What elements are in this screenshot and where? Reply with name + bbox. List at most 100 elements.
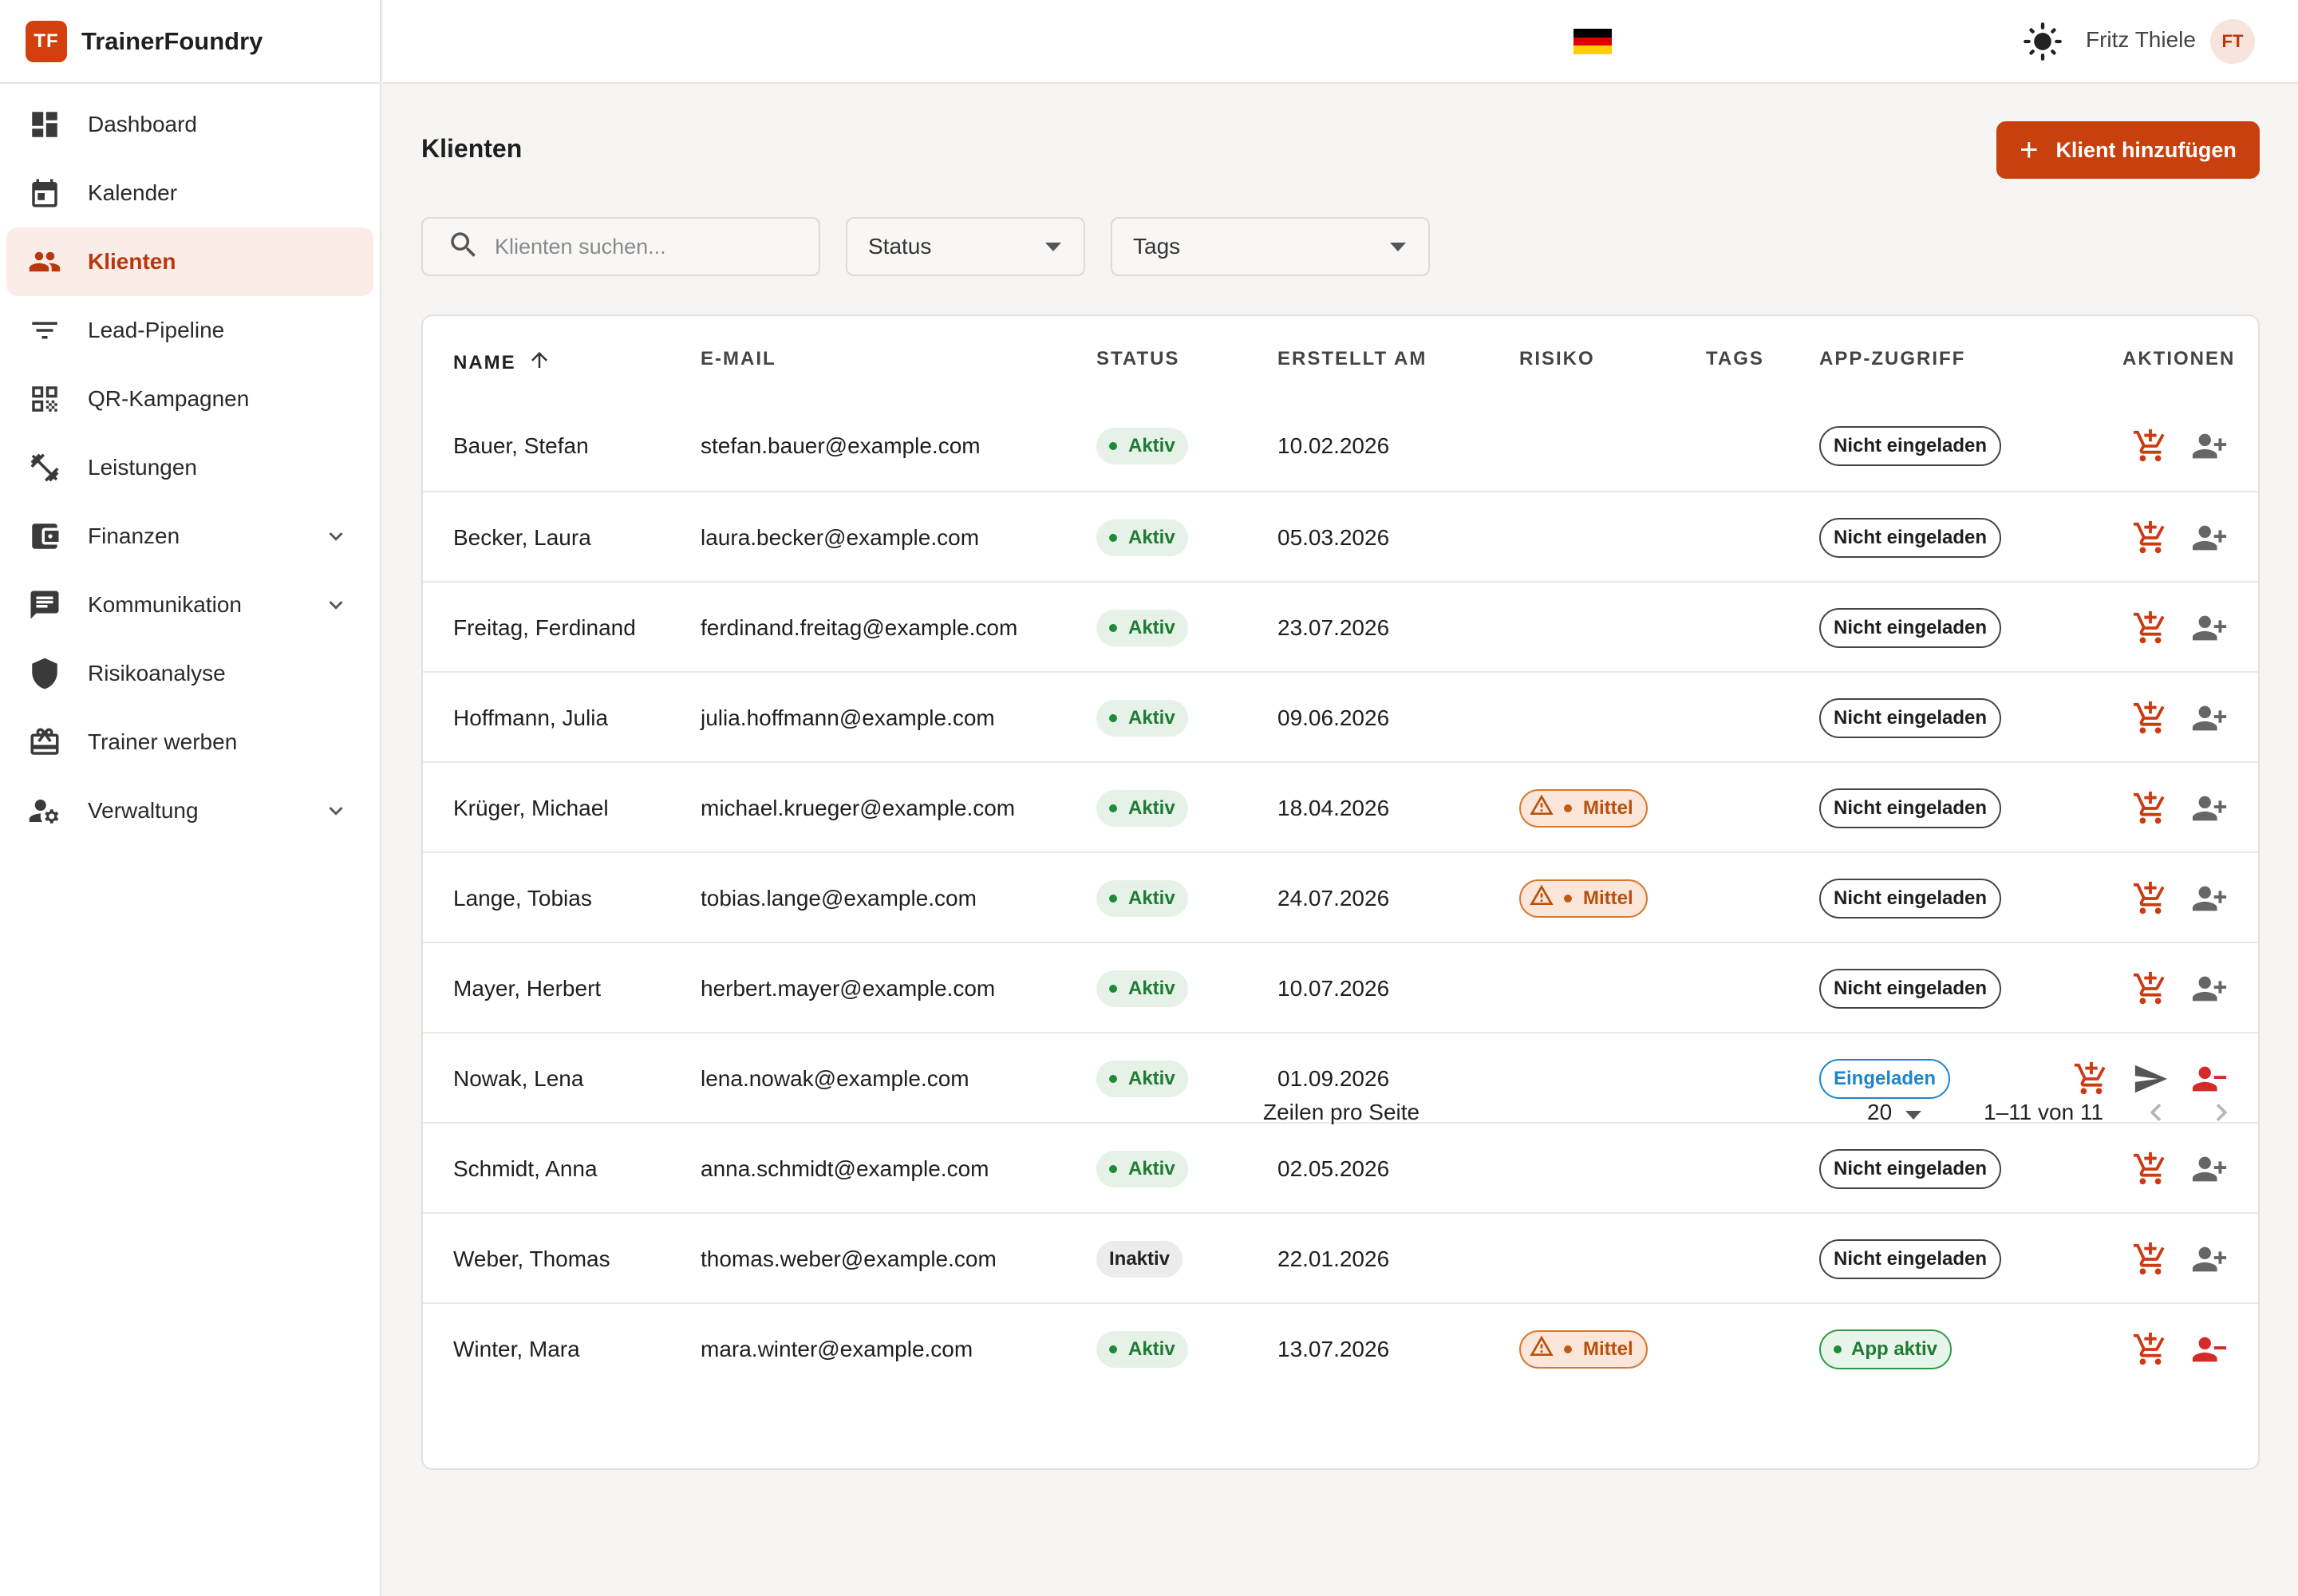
sidebar-item-label: Kommunikation	[88, 592, 242, 617]
sidebar-item-lead-pipeline[interactable]: Lead-Pipeline	[6, 296, 373, 365]
client-email: thomas.weber@example.com	[701, 1246, 997, 1271]
client-name[interactable]: Nowak, Lena	[453, 1033, 583, 1124]
invite-user-icon[interactable]	[2191, 880, 2228, 917]
sidebar-item-leistungen[interactable]: Leistungen	[6, 433, 373, 502]
invite-user-icon[interactable]	[2191, 428, 2228, 464]
sidebar-item-kommunikation[interactable]: Kommunikation	[6, 571, 373, 639]
invite-user-icon[interactable]	[2191, 519, 2228, 556]
chevron-down-icon[interactable]	[1905, 1111, 1921, 1120]
sun-icon[interactable]	[2022, 21, 2063, 62]
risk-badge[interactable]: Mittel	[1519, 879, 1648, 918]
revoke-access-icon[interactable]	[2191, 1331, 2228, 1368]
client-name[interactable]: Krüger, Michael	[453, 763, 609, 853]
add-to-cart-icon[interactable]	[2132, 790, 2169, 827]
sidebar-item-trainer-werben[interactable]: Trainer werben	[6, 708, 373, 776]
tags-filter-label: Tags	[1133, 234, 1181, 259]
invite-user-icon[interactable]	[2191, 790, 2228, 827]
search-input[interactable]	[495, 234, 798, 259]
column-header-risk[interactable]: RISIKO	[1519, 348, 1595, 370]
table-row[interactable]: Krüger, Michael michael.krueger@example.c…	[423, 761, 2258, 851]
table-row[interactable]: Mayer, Herbert herbert.mayer@example.com A…	[423, 942, 2258, 1032]
add-to-cart-icon[interactable]	[2132, 1331, 2169, 1368]
client-name[interactable]: Winter, Mara	[453, 1304, 580, 1394]
add-to-cart-icon[interactable]	[2132, 880, 2169, 917]
add-to-cart-icon[interactable]	[2132, 519, 2169, 556]
app-active-dot-icon	[1834, 1345, 1842, 1353]
client-name[interactable]: Becker, Laura	[453, 492, 591, 583]
search-field[interactable]	[421, 217, 820, 276]
app-access-label: Nicht eingeladen	[1834, 796, 1988, 819]
status-cell: Aktiv	[1096, 492, 1188, 583]
sidebar-item-qr-kampagnen[interactable]: QR-Kampagnen	[6, 365, 373, 433]
risk-badge-label: Mittel	[1583, 887, 1633, 909]
sidebar-item-klienten[interactable]: Klienten	[6, 227, 373, 296]
status-filter-select[interactable]: Status	[846, 217, 1085, 276]
add-to-cart-icon[interactable]	[2132, 610, 2169, 646]
add-to-cart-icon[interactable]	[2073, 1061, 2110, 1097]
app-access-badge: Nicht eingeladen	[1819, 788, 2002, 828]
app-access-badge: Nicht eingeladen	[1819, 697, 2002, 738]
client-name[interactable]: Schmidt, Anna	[453, 1124, 598, 1214]
column-header-email[interactable]: E-MAIL	[701, 348, 776, 370]
sidebar-item-kalender[interactable]: Kalender	[6, 159, 373, 227]
column-header-status[interactable]: STATUS	[1096, 348, 1179, 370]
client-name[interactable]: Weber, Thomas	[453, 1214, 610, 1304]
invite-user-icon[interactable]	[2191, 1241, 2228, 1278]
tags-filter-select[interactable]: Tags	[1111, 217, 1430, 276]
app-access-label: Nicht eingeladen	[1834, 977, 1988, 999]
revoke-access-icon[interactable]	[2191, 1061, 2228, 1097]
language-flag-de-icon[interactable]	[1573, 29, 1612, 55]
table-row[interactable]: Weber, Thomas thomas.weber@example.com Ina…	[423, 1212, 2258, 1302]
invite-user-icon[interactable]	[2191, 1151, 2228, 1187]
avatar[interactable]: FT	[2210, 19, 2255, 64]
chat-icon	[27, 587, 62, 622]
invite-user-icon[interactable]	[2191, 970, 2228, 1007]
status-badge: Aktiv	[1096, 427, 1188, 464]
client-name[interactable]: Bauer, Stefan	[453, 401, 589, 491]
table-row[interactable]: Bauer, Stefan stefan.bauer@example.com Akt…	[423, 401, 2258, 491]
add-client-label: Klient hinzufügen	[2055, 137, 2237, 162]
brand[interactable]: TF TrainerFoundry	[0, 0, 380, 84]
resend-invite-icon[interactable]	[2132, 1061, 2169, 1097]
rows-per-page-select[interactable]: 20	[1867, 1100, 1892, 1125]
risk-badge[interactable]: Mittel	[1519, 1329, 1648, 1369]
add-to-cart-icon[interactable]	[2132, 970, 2169, 1007]
table-row[interactable]: Lange, Tobias tobias.lange@example.com Akt…	[423, 851, 2258, 942]
table-row[interactable]: Becker, Laura laura.becker@example.com Akt…	[423, 491, 2258, 581]
add-client-button[interactable]: + Klient hinzufügen	[1996, 121, 2260, 179]
column-header-created[interactable]: ERSTELLT AM	[1277, 348, 1427, 370]
sidebar-item-verwaltung[interactable]: Verwaltung	[6, 776, 373, 845]
invite-user-icon[interactable]	[2191, 610, 2228, 646]
column-header-app-access[interactable]: APP-ZUGRIFF	[1819, 348, 1965, 370]
next-page-icon[interactable]	[2204, 1095, 2239, 1130]
table-row[interactable]: Schmidt, Anna anna.schmidt@example.com Akt…	[423, 1122, 2258, 1212]
client-name[interactable]: Hoffmann, Julia	[453, 673, 608, 763]
app-access-cell: Nicht eingeladen	[1819, 853, 2002, 943]
add-to-cart-icon[interactable]	[2132, 428, 2169, 464]
risk-badge[interactable]: Mittel	[1519, 788, 1648, 828]
client-name[interactable]: Mayer, Herbert	[453, 943, 601, 1033]
top-bar	[383, 0, 2298, 84]
status-dot-icon	[1109, 984, 1117, 993]
sidebar-item-dashboard[interactable]: Dashboard	[6, 90, 373, 159]
add-to-cart-icon[interactable]	[2132, 1151, 2169, 1187]
status-badge: Aktiv	[1096, 1150, 1188, 1187]
user-settings-icon	[27, 793, 62, 828]
add-to-cart-icon[interactable]	[2132, 1241, 2169, 1278]
sidebar-item-risikoanalyse[interactable]: Risikoanalyse	[6, 639, 373, 708]
table-row[interactable]: Hoffmann, Julia julia.hoffmann@example.co…	[423, 671, 2258, 761]
sidebar-item-finanzen[interactable]: Finanzen	[6, 502, 373, 571]
column-header-name[interactable]: NAME	[453, 348, 551, 377]
table-row[interactable]: Winter, Mara mara.winter@example.com Aktiv…	[423, 1302, 2258, 1393]
previous-page-icon[interactable]	[2138, 1095, 2174, 1130]
invite-user-icon[interactable]	[2191, 700, 2228, 737]
add-to-cart-icon[interactable]	[2132, 700, 2169, 737]
risk-cell: Mittel	[1519, 853, 1648, 943]
table-row[interactable]: Freitag, Ferdinand ferdinand.freitag@exam…	[423, 581, 2258, 671]
client-name[interactable]: Lange, Tobias	[453, 853, 592, 943]
client-name[interactable]: Freitag, Ferdinand	[453, 583, 636, 673]
rows-per-page-label: Zeilen pro Seite	[1263, 1100, 1420, 1124]
user-name[interactable]: Fritz Thiele	[2086, 27, 2196, 53]
status-badge-label: Aktiv	[1128, 1067, 1175, 1089]
created-date: 18.04.2026	[1277, 795, 1390, 820]
